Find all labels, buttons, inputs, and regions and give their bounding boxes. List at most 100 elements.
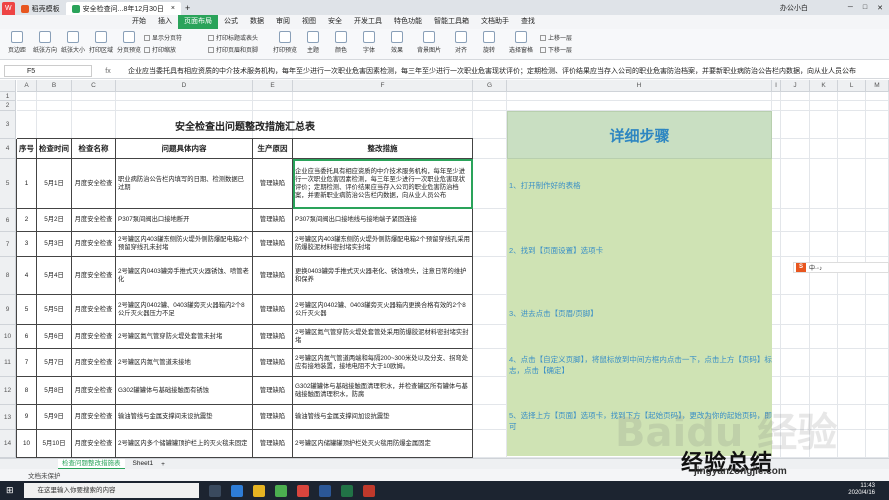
table-header-cell[interactable]: 问题具体内容 bbox=[116, 139, 253, 159]
wps-icon[interactable] bbox=[296, 484, 309, 497]
name-box[interactable]: F5 bbox=[4, 65, 92, 77]
menu-item[interactable]: 公式 bbox=[218, 15, 244, 29]
table-cell[interactable]: 输油管线与金属支撑间加设抗震垫 bbox=[293, 405, 473, 430]
word-icon[interactable] bbox=[318, 484, 331, 497]
table-cell[interactable]: 管理缺陷 bbox=[253, 257, 293, 295]
bring-forward-button[interactable]: 上移一层 bbox=[540, 33, 590, 42]
row-header[interactable]: 7 bbox=[0, 232, 16, 257]
maximize-icon[interactable]: □ bbox=[863, 4, 867, 11]
menu-item[interactable]: 审阅 bbox=[270, 15, 296, 29]
menu-item[interactable]: 特色功能 bbox=[388, 15, 428, 29]
add-sheet-button[interactable]: + bbox=[161, 461, 165, 468]
table-cell[interactable]: 5月7日 bbox=[37, 349, 72, 377]
paper-size-button[interactable]: 纸张大小 bbox=[60, 31, 86, 54]
table-cell[interactable]: P307泵间阀出口接地线与接地端子紧固连接 bbox=[293, 209, 473, 232]
fonts-button[interactable]: 字体 bbox=[356, 31, 382, 54]
column-header[interactable]: G bbox=[473, 80, 507, 92]
print-area-button[interactable]: 打印区域 bbox=[88, 31, 114, 54]
table-cell[interactable]: 月度安全检查 bbox=[72, 295, 116, 325]
table-cell[interactable]: 管理缺陷 bbox=[253, 377, 293, 405]
table-cell[interactable]: 输油管线与金属支撑间未设抗震垫 bbox=[116, 405, 253, 430]
table-cell[interactable]: 7 bbox=[17, 349, 37, 377]
print-preview-button[interactable]: 打印预览 bbox=[272, 31, 298, 54]
row-header[interactable]: 13 bbox=[0, 405, 16, 430]
table-cell[interactable]: 10 bbox=[17, 430, 37, 458]
table-cell[interactable]: 月度安全检查 bbox=[72, 377, 116, 405]
column-header[interactable]: F bbox=[293, 80, 473, 92]
table-cell[interactable]: 5月9日 bbox=[37, 405, 72, 430]
table-cell[interactable]: 2号罐区内0402罐、0403罐旁灭火器箱内更换合格有效的2个8公斤灭火器 bbox=[293, 295, 473, 325]
menu-item[interactable]: 智能工具箱 bbox=[428, 15, 475, 29]
row-header[interactable]: 10 bbox=[0, 325, 16, 349]
table-cell[interactable]: 2号罐区内403罐东侧防火堤外侧防爆配电箱2个预留穿线孔未封堵 bbox=[116, 232, 253, 257]
taskbar-search[interactable]: 在这里输入你要搜索的内容 bbox=[23, 483, 199, 498]
column-header[interactable]: L bbox=[838, 80, 866, 92]
align-button[interactable]: 对齐 bbox=[448, 31, 474, 54]
table-cell[interactable]: 月度安全检查 bbox=[72, 349, 116, 377]
row-header[interactable]: 6 bbox=[0, 209, 16, 232]
table-cell[interactable]: 5月1日 bbox=[37, 159, 72, 209]
table-cell[interactable]: G302罐罐体与基础接触面清理积水，并检查罐区所有罐体与基础接触面清理积水，防腐 bbox=[293, 377, 473, 405]
new-tab-button[interactable]: + bbox=[185, 3, 190, 13]
table-cell[interactable]: 管理缺陷 bbox=[253, 349, 293, 377]
table-cell[interactable]: 管理缺陷 bbox=[253, 430, 293, 458]
table-cell[interactable]: 5月3日 bbox=[37, 232, 72, 257]
column-header[interactable]: C bbox=[72, 80, 116, 92]
row-header[interactable]: 2 bbox=[0, 101, 16, 111]
print-header-footer-option[interactable]: 打印页眉和页脚 bbox=[208, 45, 270, 54]
table-cell[interactable]: 2号罐区内0402罐、0403罐旁灭火器箱内2个8公斤灭火器压力不足 bbox=[116, 295, 253, 325]
table-cell[interactable]: 5月4日 bbox=[37, 257, 72, 295]
column-header[interactable]: H bbox=[507, 80, 772, 92]
table-cell[interactable]: 2号罐区内储罐罐顶护栏处灭火毯用防爆金属固定 bbox=[293, 430, 473, 458]
row-header[interactable]: 8 bbox=[0, 257, 16, 295]
table-cell[interactable]: 月度安全检查 bbox=[72, 159, 116, 209]
column-header[interactable]: D bbox=[116, 80, 253, 92]
rotate-button[interactable]: 旋转 bbox=[476, 31, 502, 54]
formula-input[interactable]: 企业应当委托具有相应资质的中介技术服务机构，每年至少进行一次职业危害因素检测，每… bbox=[124, 66, 889, 76]
table-cell[interactable]: 2号罐区内氮气管道未接地 bbox=[116, 349, 253, 377]
table-header-cell[interactable]: 检查时间 bbox=[37, 139, 72, 159]
table-cell[interactable]: 5月6日 bbox=[37, 325, 72, 349]
table-cell[interactable]: 月度安全检查 bbox=[72, 257, 116, 295]
menu-item[interactable]: 视图 bbox=[296, 15, 322, 29]
table-cell[interactable]: 9 bbox=[17, 405, 37, 430]
table-cell[interactable]: 5月2日 bbox=[37, 209, 72, 232]
app-logo[interactable]: W bbox=[2, 2, 15, 15]
ime-toolbar[interactable]: S 中·◦♪ bbox=[793, 262, 889, 273]
table-cell[interactable]: 5 bbox=[17, 295, 37, 325]
selection-pane-button[interactable]: 选择窗格 bbox=[504, 31, 538, 54]
excel-icon[interactable] bbox=[340, 484, 353, 497]
show-page-breaks-toggle[interactable]: 显示分页符 bbox=[144, 33, 206, 42]
app-icon[interactable] bbox=[274, 484, 287, 497]
browser-icon[interactable] bbox=[230, 484, 243, 497]
column-header[interactable]: J bbox=[781, 80, 810, 92]
margins-button[interactable]: 页边距 bbox=[4, 31, 30, 54]
column-header[interactable]: E bbox=[253, 80, 293, 92]
fx-icon[interactable]: fx bbox=[92, 68, 124, 75]
table-cell[interactable]: 2 bbox=[17, 209, 37, 232]
send-backward-button[interactable]: 下移一层 bbox=[540, 45, 590, 54]
effects-button[interactable]: 效果 bbox=[384, 31, 410, 54]
menu-item[interactable]: 页面布局 bbox=[178, 15, 218, 29]
menu-item[interactable]: 开发工具 bbox=[348, 15, 388, 29]
menu-item[interactable]: 数据 bbox=[244, 15, 270, 29]
orientation-button[interactable]: 纸张方向 bbox=[32, 31, 58, 54]
column-header[interactable]: K bbox=[810, 80, 838, 92]
taskbar-clock[interactable]: 11:43 2020/4/16 bbox=[848, 483, 875, 497]
selected-cell[interactable]: 企业应当委托具有相应资质的中介技术服务机构，每年至少进行一次职业危害因素检测，每… bbox=[293, 159, 473, 209]
table-cell[interactable]: 月度安全检查 bbox=[72, 209, 116, 232]
menu-item[interactable]: 安全 bbox=[322, 15, 348, 29]
table-cell[interactable]: 管理缺陷 bbox=[253, 232, 293, 257]
background-button[interactable]: 背景图片 bbox=[412, 31, 446, 54]
table-cell[interactable]: 2号罐区内氮气管道两端和每隔200~300米处以及分支、拐弯处应有接地装置，接地… bbox=[293, 349, 473, 377]
table-cell[interactable]: 4 bbox=[17, 257, 37, 295]
table-cell[interactable]: 8 bbox=[17, 377, 37, 405]
table-cell[interactable]: 管理缺陷 bbox=[253, 159, 293, 209]
row-header[interactable]: 11 bbox=[0, 349, 16, 377]
menu-item[interactable]: 文档助手 bbox=[475, 15, 515, 29]
select-all-corner[interactable] bbox=[0, 80, 16, 92]
table-header-cell[interactable]: 序号 bbox=[17, 139, 37, 159]
table-cell[interactable]: 5月5日 bbox=[37, 295, 72, 325]
page-break-preview-button[interactable]: 分页预览 bbox=[116, 31, 142, 54]
table-cell[interactable]: 管理缺陷 bbox=[253, 209, 293, 232]
